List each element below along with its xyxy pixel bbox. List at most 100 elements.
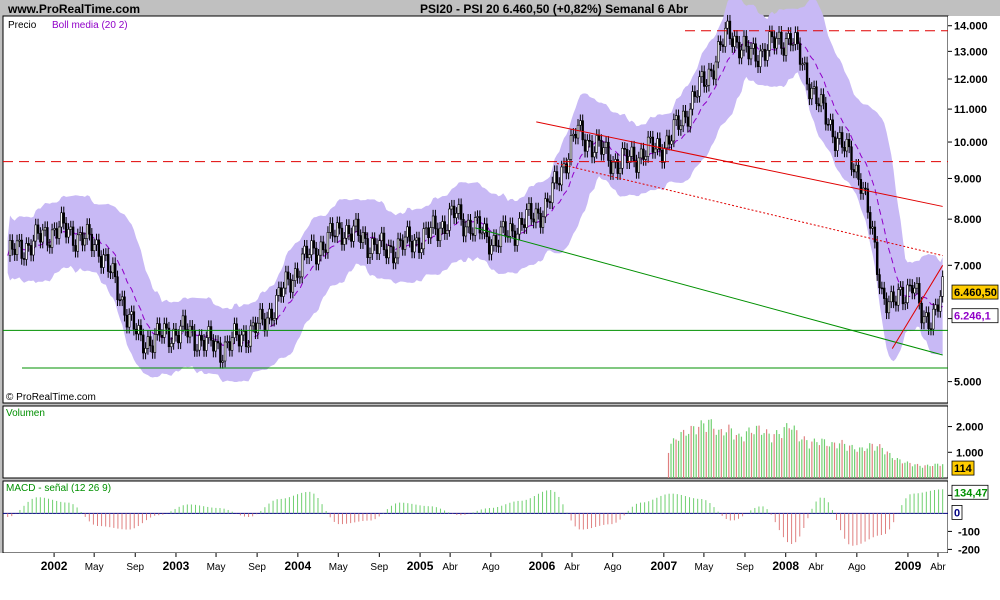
candle-body — [936, 304, 940, 312]
candle-body — [803, 62, 806, 65]
price-ytick-label: 12.000 — [954, 74, 988, 86]
candle-body — [85, 224, 89, 239]
candle-body — [497, 245, 500, 248]
candle-body — [665, 135, 669, 149]
candle-body — [523, 224, 526, 228]
candle-body — [272, 318, 276, 321]
candle-body — [686, 116, 690, 127]
price-ytick-label: 11.000 — [954, 104, 987, 116]
candle-body — [237, 334, 241, 347]
candle-body — [242, 331, 245, 336]
candle-body — [41, 229, 44, 243]
candle-body — [518, 217, 521, 235]
candle-body — [651, 136, 655, 153]
candle-body — [607, 141, 610, 161]
candle-body — [413, 239, 416, 253]
candle-body — [361, 232, 365, 243]
candle-body — [385, 249, 388, 259]
candle-body — [859, 179, 863, 194]
candle-body — [420, 248, 423, 253]
candle-body — [43, 227, 47, 231]
xtick-label: 2009 — [895, 559, 922, 573]
candle-body — [534, 208, 538, 223]
candle-body — [487, 236, 491, 255]
candle-body — [455, 213, 458, 219]
candle-body — [770, 31, 774, 38]
candle-body — [845, 138, 849, 152]
candle-body — [469, 219, 472, 234]
candle-body — [25, 243, 28, 260]
candle-body — [539, 212, 542, 228]
candle-body — [62, 212, 65, 224]
candle-body — [763, 48, 767, 61]
candle-body — [282, 287, 285, 297]
candle-body — [632, 146, 636, 162]
candle-body — [53, 228, 56, 231]
xtick-label: 2007 — [650, 559, 677, 573]
candle-body — [373, 238, 376, 245]
legend-boll: Boll media (20 2) — [52, 20, 128, 31]
xtick-label: Sep — [248, 562, 266, 573]
candle-body — [670, 140, 673, 145]
candle-body — [742, 35, 746, 51]
candle-body — [857, 164, 860, 180]
candle-body — [300, 253, 304, 278]
candle-body — [429, 227, 432, 238]
candle-body — [399, 238, 402, 241]
candle-body — [317, 254, 320, 265]
candle-body — [798, 43, 802, 65]
candle-body — [537, 208, 540, 214]
candle-body — [214, 341, 217, 352]
candle-body — [8, 240, 12, 256]
candle-body — [380, 232, 383, 241]
candle-body — [906, 284, 909, 303]
candle-body — [901, 286, 905, 305]
candle-body — [635, 160, 638, 173]
candle-body — [471, 233, 475, 236]
candle-body — [116, 276, 119, 301]
candle-body — [904, 302, 907, 305]
candle-body — [752, 43, 755, 49]
candle-body — [525, 209, 528, 228]
candle-body — [424, 227, 428, 230]
candle-body — [681, 110, 685, 127]
price-ytick-label: 5.000 — [954, 377, 982, 389]
candle-body — [927, 312, 930, 329]
candle-body — [499, 226, 503, 247]
candle-body — [847, 138, 851, 148]
candle-body — [868, 212, 872, 229]
candle-body — [646, 136, 650, 157]
candle-body — [581, 120, 584, 141]
candle-body — [689, 108, 692, 127]
candle-body — [92, 244, 96, 252]
candle-body — [406, 226, 409, 238]
candle-body — [761, 48, 764, 52]
candle-body — [256, 322, 259, 334]
candle-body — [392, 246, 395, 264]
candle-body — [303, 245, 306, 255]
candle-body — [726, 20, 729, 29]
candle-body — [347, 225, 351, 235]
candle-body — [336, 222, 339, 237]
xtick-label: May — [207, 562, 226, 573]
xtick-label: Sep — [370, 562, 388, 573]
candle-body — [520, 217, 524, 225]
chart-canvas: Precio Boll media (20 2) © ProRealTime.com… — [0, 0, 1000, 600]
candle-body — [574, 133, 577, 139]
candle-body — [188, 325, 192, 338]
candle-body — [826, 123, 830, 126]
candle-body — [226, 341, 229, 343]
candle-body — [46, 227, 49, 246]
candle-body — [691, 91, 694, 110]
candle-body — [48, 244, 51, 248]
candle-body — [773, 36, 776, 49]
candle-body — [768, 31, 771, 51]
candle-body — [569, 135, 573, 160]
candle-body — [298, 276, 302, 279]
candle-body — [653, 148, 657, 153]
candle-body — [223, 341, 227, 362]
candle-body — [457, 204, 461, 214]
candle-body — [251, 322, 255, 327]
candle-body — [371, 238, 374, 254]
candle-body — [291, 280, 295, 293]
